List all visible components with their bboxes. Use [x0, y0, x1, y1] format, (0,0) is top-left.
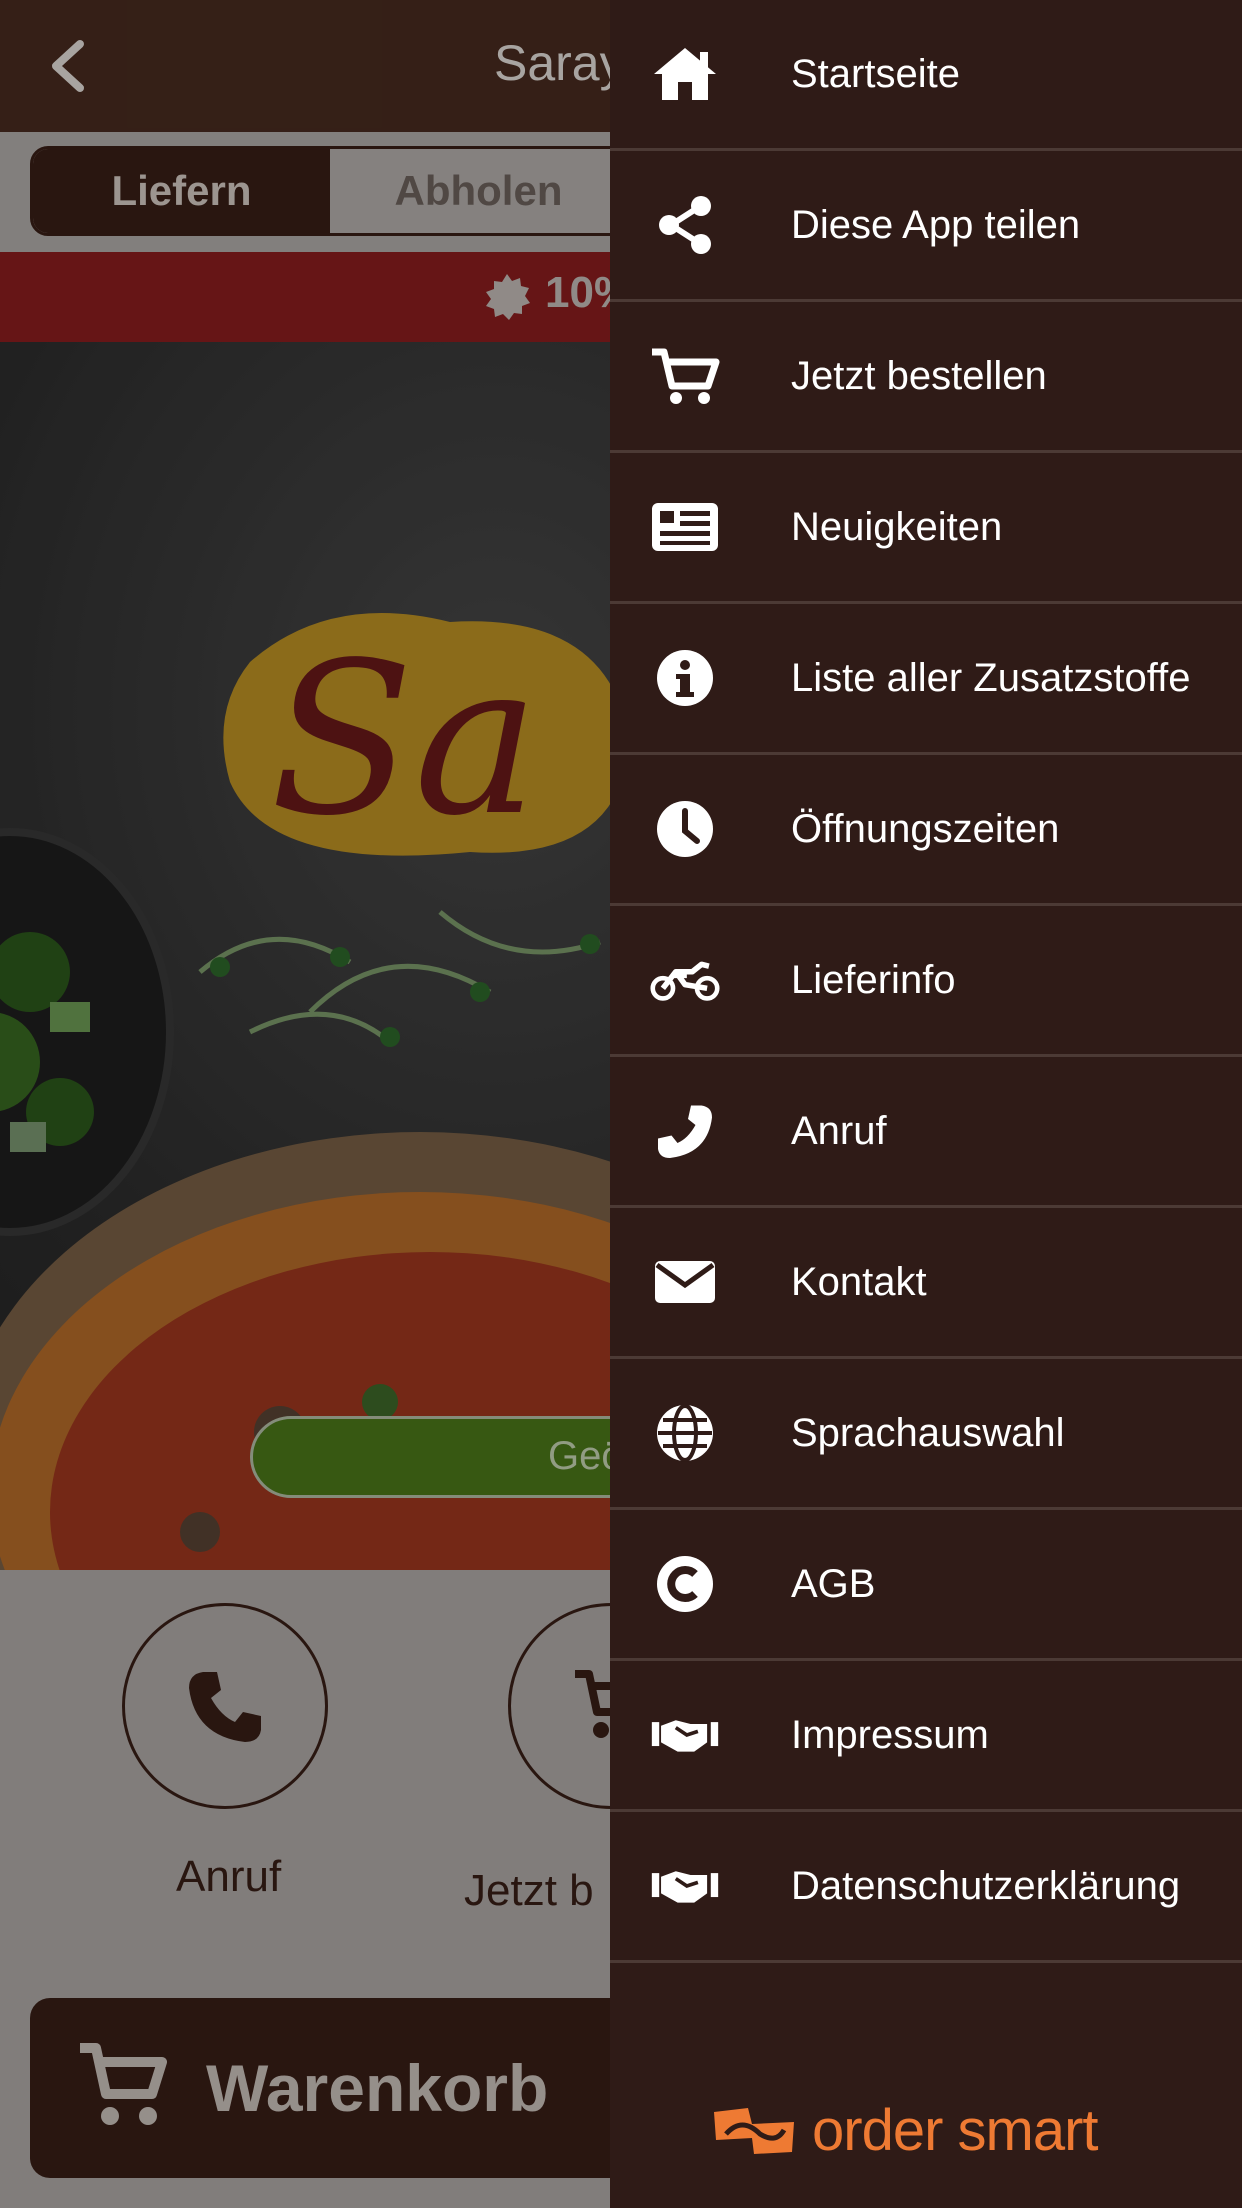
share-icon	[650, 195, 720, 255]
menu-item-label: Liste aller Zusatzstoffe	[791, 655, 1191, 700]
phone-icon	[650, 1101, 720, 1161]
menu-item-label: Kontakt	[791, 1259, 927, 1304]
menu-item-share[interactable]: Diese App teilen	[610, 151, 1242, 302]
navigation-drawer: Startseite Diese App teilen Jetzt bestel…	[610, 0, 1242, 2208]
order-smart-logo-mark	[714, 2108, 794, 2154]
handshake-icon	[650, 1856, 720, 1916]
menu-item-language[interactable]: Sprachauswahl	[610, 1359, 1242, 1510]
menu-item-label: Jetzt bestellen	[791, 353, 1047, 398]
menu-item-additives[interactable]: Liste aller Zusatzstoffe	[610, 604, 1242, 755]
info-icon	[650, 648, 720, 708]
motorcycle-icon	[650, 950, 720, 1010]
menu-item-news[interactable]: Neuigkeiten	[610, 453, 1242, 604]
menu-item-label: Lieferinfo	[791, 957, 956, 1002]
drawer-menu: Startseite Diese App teilen Jetzt bestel…	[610, 0, 1242, 1963]
drawer-scrim[interactable]	[0, 0, 610, 2208]
menu-item-hours[interactable]: Öffnungszeiten	[610, 755, 1242, 906]
menu-item-label: Neuigkeiten	[791, 504, 1003, 549]
menu-item-order[interactable]: Jetzt bestellen	[610, 302, 1242, 453]
menu-item-label: Anruf	[791, 1108, 887, 1153]
cart-icon	[650, 346, 720, 406]
menu-item-label: Startseite	[791, 51, 960, 96]
order-smart-logo: order smart	[712, 2098, 1099, 2163]
menu-item-privacy[interactable]: Datenschutzerklärung	[610, 1812, 1242, 1963]
menu-item-impressum[interactable]: Impressum	[610, 1661, 1242, 1812]
copyright-icon	[650, 1554, 720, 1614]
globe-icon	[650, 1403, 720, 1463]
envelope-icon	[650, 1252, 720, 1312]
menu-item-agb[interactable]: AGB	[610, 1510, 1242, 1661]
menu-item-label: Diese App teilen	[791, 202, 1081, 247]
menu-item-label: Sprachauswahl	[791, 1410, 1065, 1455]
menu-item-contact[interactable]: Kontakt	[610, 1208, 1242, 1359]
home-icon	[650, 44, 720, 104]
menu-item-delivery-info[interactable]: Lieferinfo	[610, 906, 1242, 1057]
handshake-icon	[650, 1705, 720, 1765]
menu-item-label: AGB	[791, 1561, 876, 1606]
menu-item-label: Datenschutzerklärung	[791, 1863, 1181, 1908]
clock-icon	[650, 799, 720, 859]
menu-item-call[interactable]: Anruf	[610, 1057, 1242, 1208]
menu-item-label: Öffnungszeiten	[791, 806, 1060, 851]
menu-item-startseite[interactable]: Startseite	[610, 0, 1242, 151]
brand-text: order smart	[812, 2097, 1099, 2163]
menu-item-label: Impressum	[791, 1712, 989, 1757]
newspaper-icon	[650, 497, 720, 557]
